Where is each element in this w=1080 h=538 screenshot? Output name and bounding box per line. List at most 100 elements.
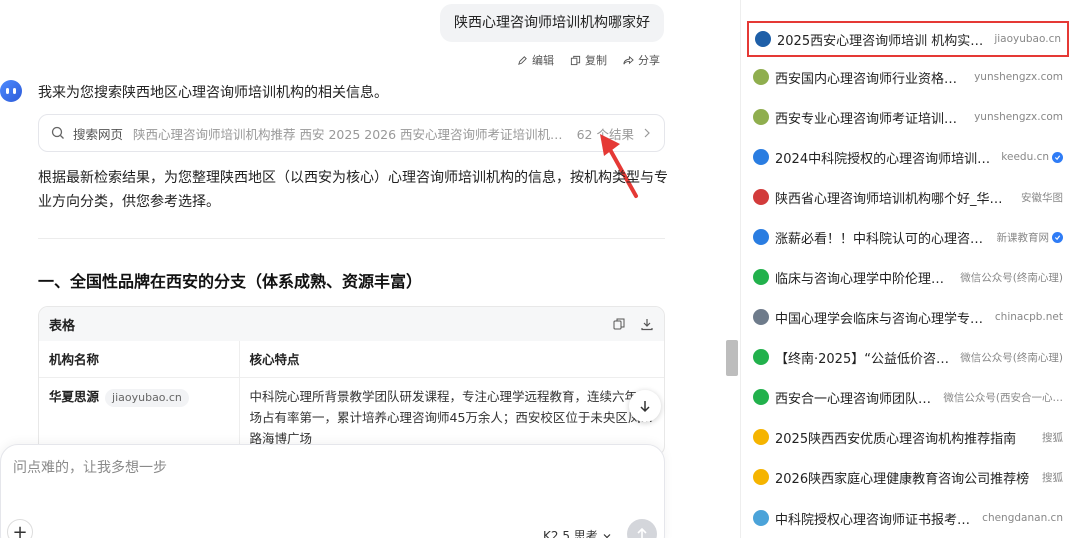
table-header-row: 机构名称 核心特点 (39, 341, 664, 378)
source-title: 西安合一心理咨询师团队… (775, 391, 932, 407)
source-item[interactable]: 西安国内心理咨询师行业资格证… yunshengzx.com (747, 59, 1069, 95)
source-title: 西安国内心理咨询师行业资格证… (775, 71, 967, 87)
column-header: 机构名称 (39, 341, 240, 378)
huatu-icon (753, 189, 769, 205)
chevron-down-icon (603, 533, 611, 538)
source-title: 2025陕西西安优质心理咨询机构推荐指南 (775, 431, 1017, 447)
source-site-label: yunshengzx.com (974, 71, 1063, 83)
source-site-label: 搜狐 (1042, 431, 1063, 444)
source-item[interactable]: 中科院授权心理咨询师证书报考机… chengdanan.cn (747, 500, 1069, 536)
source-item[interactable]: 【终南·2025】“公益低价咨询… 微信公众号(终南心理) (747, 339, 1069, 375)
source-site-label: chengdanan.cn (982, 512, 1063, 524)
send-button[interactable] (627, 519, 657, 538)
source-title: 临床与咨询心理学中阶伦理… (775, 271, 945, 287)
copy-button[interactable]: 复制 (570, 52, 607, 68)
sohu-icon (753, 429, 769, 445)
source-site: 微信公众号(终南心理) (960, 350, 1063, 365)
source-site-label: 安徽华图 (1021, 191, 1063, 204)
table-header-bar: 表格 (39, 307, 664, 341)
edit-button[interactable]: 编辑 (517, 52, 554, 68)
source-item[interactable]: 西安专业心理咨询师考证培训机… yunshengzx.com (747, 99, 1069, 135)
scrollbar-thumb[interactable] (726, 340, 738, 376)
source-item[interactable]: 西安合一心理咨询师团队… 微信公众号(西安合一心… (747, 379, 1069, 415)
source-site-label: 新课教育网 (996, 231, 1050, 244)
source-item[interactable]: 2025西安心理咨询师培训 机构实力… jiaoyubao.cn (747, 21, 1069, 57)
web-search-card[interactable]: 搜索网页 陕西心理咨询师培训机构推荐 西安 2025 2026 西安心理咨询师考… (38, 114, 665, 152)
source-site-label: 微信公众号(西安合一心… (943, 391, 1063, 404)
sohu-icon (753, 469, 769, 485)
keedu-icon (753, 149, 769, 165)
source-site: keedu.cn (1001, 151, 1063, 163)
copy-icon (570, 55, 581, 65)
chengdanan-icon (753, 510, 769, 526)
edit-label: 编辑 (532, 54, 554, 67)
source-site: chengdanan.cn (982, 512, 1063, 524)
jiaoyubao-icon (755, 31, 771, 47)
wechat-icon (753, 269, 769, 285)
source-item[interactable]: 2026陕西家庭心理健康教育咨询公司推荐榜 搜狐 (747, 459, 1069, 495)
source-item[interactable]: 中国心理学会临床与咨询心理学专… chinacpb.net (747, 299, 1069, 335)
copy-icon[interactable] (612, 317, 626, 331)
model-selector[interactable]: K2.5 思考 (543, 527, 612, 538)
source-site: jiaoyubao.cn (994, 33, 1061, 45)
divider (38, 238, 665, 239)
copy-label: 复制 (585, 54, 607, 67)
download-icon[interactable] (640, 317, 654, 331)
source-title: 【终南·2025】“公益低价咨询… (775, 351, 953, 367)
share-label: 分享 (638, 54, 660, 67)
composer-placeholder[interactable]: 问点难的，让我多想一步 (13, 457, 167, 477)
source-site: 搜狐 (1042, 430, 1063, 445)
source-site: yunshengzx.com (974, 111, 1063, 123)
scroll-to-bottom-button[interactable] (629, 390, 661, 422)
table-title: 表格 (49, 318, 76, 334)
yunsheng-icon (753, 109, 769, 125)
yunsheng-icon (753, 69, 769, 85)
user-message-bubble: 陕西心理咨询师培训机构哪家好 (440, 4, 664, 42)
source-title: 涨薪必看！！中科院认可的心理咨… (775, 231, 984, 247)
source-site-label: 微信公众号(终南心理) (960, 351, 1063, 364)
xinke-icon (753, 229, 769, 245)
share-button[interactable]: 分享 (623, 52, 660, 68)
share-icon (623, 55, 634, 64)
model-label: K2.5 思考 (543, 529, 598, 538)
source-item[interactable]: 2024中科院授权的心理咨询师培训… keedu.cn (747, 139, 1069, 175)
source-item[interactable]: 涨薪必看！！中科院认可的心理咨… 新课教育网 (747, 219, 1069, 255)
search-query: 陕西心理咨询师培训机构推荐 西安 2025 2026 西安心理咨询师考证培训机构… (133, 126, 565, 142)
source-title: 中科院授权心理咨询师证书报考机… (775, 512, 975, 528)
assistant-intro: 我来为您搜索陕西地区心理咨询师培训机构的相关信息。 (38, 85, 388, 101)
assistant-avatar (0, 80, 22, 102)
assistant-paragraph: 根据最新检索结果，为您整理陕西地区（以西安为核心）心理咨询师培训机构的信息，按机… (38, 170, 668, 210)
source-site-label: 搜狐 (1042, 471, 1063, 484)
source-site: 微信公众号(终南心理) (960, 270, 1063, 285)
source-site: 微信公众号(西安合一心… (943, 390, 1063, 405)
source-item[interactable]: 2025陕西西安优质心理咨询机构推荐指南 搜狐 (747, 419, 1069, 455)
source-site-label: chinacpb.net (994, 311, 1063, 323)
source-chip[interactable]: jiaoyubao.cn (105, 388, 189, 407)
source-site: yunshengzx.com (974, 71, 1063, 83)
search-icon (51, 126, 64, 139)
source-site-label: yunshengzx.com (974, 111, 1063, 123)
chinacpb-icon (753, 309, 769, 325)
source-item[interactable]: 陕西省心理咨询师培训机构哪个好_华… 安徽华图 (747, 179, 1069, 215)
source-site-label: keedu.cn (1001, 151, 1049, 163)
source-title: 2026陕西家庭心理健康教育咨询公司推荐榜 (775, 471, 1030, 487)
add-attachment-button[interactable]: + (7, 519, 33, 538)
verified-check-icon (1052, 151, 1063, 163)
source-site: 搜狐 (1042, 470, 1063, 485)
data-table: 机构名称 核心特点 华夏思源 jiaoyubao.cn 中科院心理所背景教学团队研… (39, 341, 664, 455)
column-header: 核心特点 (239, 341, 664, 378)
source-title: 2025西安心理咨询师培训 机构实力… (777, 33, 987, 49)
message-actions: 编辑 复制 分享 (517, 52, 660, 68)
table-card: 表格 机构名称 核心特点 华夏思源 jiaoyubao.cn 中科院心理所背景教学… (38, 306, 665, 456)
source-site: chinacpb.net (995, 311, 1063, 323)
source-title: 陕西省心理咨询师培训机构哪个好_华… (775, 191, 1003, 207)
search-label: 搜索网页 (73, 126, 124, 142)
wechat-icon (753, 349, 769, 365)
chat-panel: 陕西心理咨询师培训机构哪家好 编辑 复制 分享 我来为您搜索陕西地区心理咨询师培… (0, 0, 738, 538)
pencil-icon (518, 55, 527, 65)
source-item[interactable]: 临床与咨询心理学中阶伦理… 微信公众号(终南心理) (747, 259, 1069, 295)
message-composer[interactable]: 问点难的，让我多想一步 + K2.5 思考 (0, 444, 665, 538)
verified-check-icon (1052, 231, 1063, 243)
arrow-down-icon (640, 401, 650, 413)
source-title: 西安专业心理咨询师考证培训机… (775, 111, 967, 127)
